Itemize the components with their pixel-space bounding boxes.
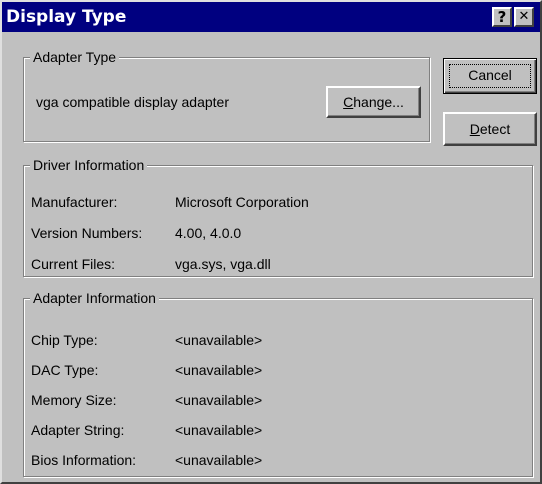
change-label: hange...	[353, 94, 404, 110]
adapter-string-label: Adapter String:	[31, 422, 125, 438]
manufacturer-label: Manufacturer:	[31, 194, 118, 210]
adapter-type-value: vga compatible display adapter	[36, 94, 230, 110]
driver-info-legend: Driver Information	[30, 156, 148, 174]
adapter-type-legend: Adapter Type	[30, 48, 120, 66]
version-numbers-value: 4.00, 4.0.0	[175, 225, 242, 241]
detect-button[interactable]: Detect	[443, 112, 537, 146]
bios-information-value: <unavailable>	[175, 452, 263, 468]
change-mnemonic: C	[343, 94, 354, 110]
current-files-value: vga.sys, vga.dll	[175, 256, 271, 272]
chip-type-value: <unavailable>	[175, 332, 263, 348]
manufacturer-value: Microsoft Corporation	[175, 194, 309, 210]
current-files-label: Current Files:	[31, 256, 116, 272]
memory-size-label: Memory Size:	[31, 392, 117, 408]
title-bar[interactable]: Display Type ? ✕	[2, 2, 540, 32]
chip-type-label: Chip Type:	[31, 332, 98, 348]
display-type-dialog: Display Type ? ✕ Adapter Type vga compat…	[0, 0, 542, 484]
driver-info-group: Driver Information Manufacturer: Microso…	[23, 156, 533, 277]
change-button[interactable]: Change...	[326, 86, 421, 118]
cancel-label: Cancel	[468, 67, 512, 83]
version-numbers-label: Version Numbers:	[31, 225, 143, 241]
bios-information-label: Bios Information:	[31, 452, 137, 468]
adapter-info-group: Adapter Information Chip Type: <unavaila…	[23, 289, 533, 477]
memory-size-value: <unavailable>	[175, 392, 263, 408]
dac-type-label: DAC Type:	[31, 362, 99, 378]
dac-type-value: <unavailable>	[175, 362, 263, 378]
window-title: Display Type	[6, 7, 127, 27]
adapter-info-legend: Adapter Information	[30, 289, 159, 307]
adapter-string-value: <unavailable>	[175, 422, 263, 438]
detect-mnemonic: D	[469, 121, 480, 137]
close-button[interactable]: ✕	[514, 7, 534, 27]
adapter-type-group: Adapter Type vga compatible display adap…	[23, 48, 430, 142]
detect-label: etect	[479, 121, 511, 137]
help-button[interactable]: ?	[492, 7, 512, 27]
cancel-button[interactable]: Cancel	[443, 58, 537, 94]
